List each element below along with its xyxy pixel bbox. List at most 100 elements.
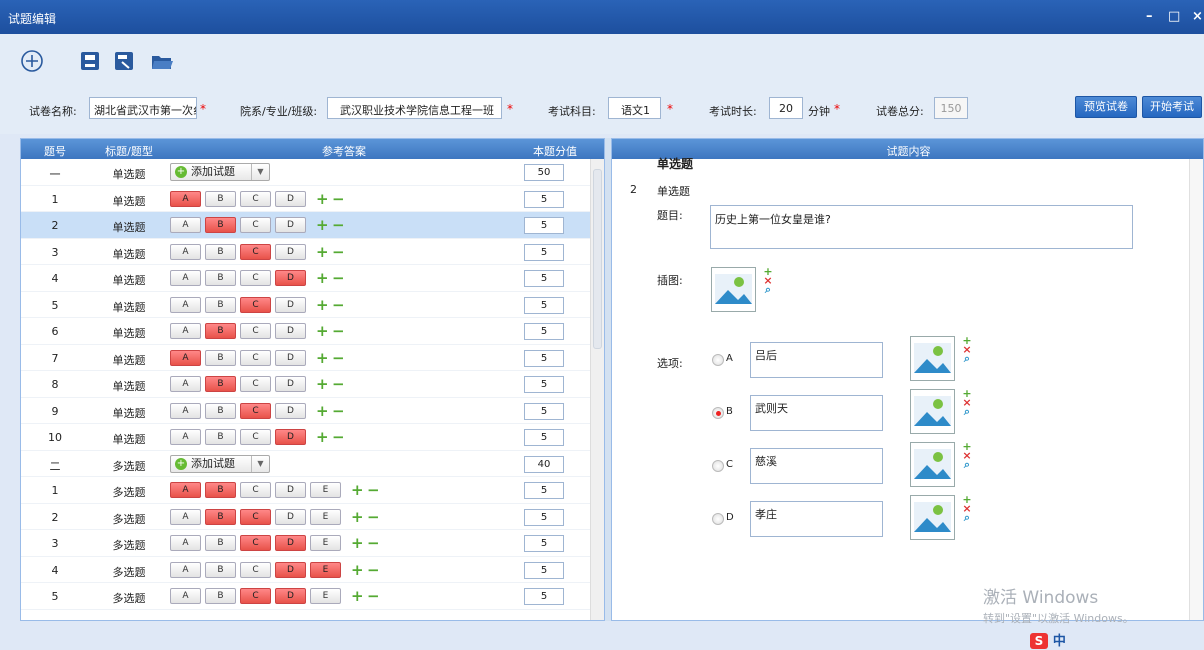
table-row[interactable]: 7 单选题 A B C D + − 5: [21, 345, 591, 371]
chevron-down-icon[interactable]: ▼: [251, 455, 269, 472]
add-option-icon[interactable]: +: [351, 481, 364, 499]
answer-option-a[interactable]: A: [170, 561, 201, 578]
answer-option-c[interactable]: C: [240, 190, 271, 207]
answer-option-c[interactable]: C: [240, 402, 271, 419]
subject-field[interactable]: 语文1: [608, 97, 661, 119]
answer-option-b[interactable]: B: [205, 190, 236, 207]
answer-option-a[interactable]: A: [170, 376, 201, 392]
answer-option-c[interactable]: C: [240, 561, 271, 578]
remove-option-icon[interactable]: −: [367, 481, 380, 499]
start-exam-button[interactable]: 开始考试: [1142, 96, 1202, 118]
add-option-icon[interactable]: +: [316, 296, 329, 314]
option-radio[interactable]: [712, 513, 724, 525]
table-row[interactable]: 2 单选题 A B C D + − 5: [21, 212, 591, 239]
minimize-button[interactable]: –: [1146, 9, 1153, 24]
remove-option-icon[interactable]: −: [367, 534, 380, 552]
answer-option-d[interactable]: D: [275, 508, 306, 525]
answer-option-b[interactable]: B: [205, 217, 236, 233]
image-placeholder-icon[interactable]: [910, 336, 955, 381]
answer-option-a[interactable]: A: [170, 535, 201, 551]
score-input[interactable]: 5: [524, 535, 564, 552]
score-input[interactable]: 5: [524, 243, 564, 261]
answer-option-a[interactable]: A: [170, 190, 201, 207]
remove-option-icon[interactable]: −: [367, 508, 380, 526]
add-option-icon[interactable]: +: [316, 349, 329, 367]
table-row[interactable]: 3 多选题 A B C D E + − 5: [21, 530, 591, 557]
answer-option-e[interactable]: E: [310, 535, 341, 551]
option-radio[interactable]: [712, 460, 724, 472]
option-text-input[interactable]: 武则天: [750, 395, 883, 431]
answer-option-a[interactable]: A: [170, 508, 201, 525]
option-text-input[interactable]: 吕后: [750, 342, 883, 378]
answer-option-b[interactable]: B: [205, 482, 236, 498]
remove-option-icon[interactable]: −: [332, 428, 345, 446]
score-input[interactable]: 5: [524, 402, 564, 420]
add-option-icon[interactable]: +: [316, 243, 329, 261]
answer-option-e[interactable]: E: [310, 588, 341, 604]
remove-option-icon[interactable]: −: [332, 216, 345, 234]
add-option-icon[interactable]: +: [316, 402, 329, 420]
chevron-down-icon[interactable]: ▼: [251, 164, 269, 180]
add-question-button[interactable]: + 添加试题 ▼: [170, 163, 270, 181]
scroll-thumb[interactable]: [593, 169, 602, 349]
table-row[interactable]: 5 多选题 A B C D E + − 5: [21, 583, 591, 610]
add-option-icon[interactable]: +: [316, 190, 329, 208]
answer-option-c[interactable]: C: [240, 429, 271, 445]
score-input[interactable]: 5: [524, 482, 564, 499]
answer-option-c[interactable]: C: [240, 296, 271, 313]
add-option-icon[interactable]: +: [351, 534, 364, 552]
remove-option-icon[interactable]: −: [367, 561, 380, 579]
answer-option-d[interactable]: D: [275, 588, 306, 604]
answer-option-c[interactable]: C: [240, 323, 271, 339]
table-row[interactable]: 1 单选题 A B C D + − 5: [21, 186, 591, 212]
answer-option-d[interactable]: D: [275, 270, 306, 286]
answer-option-a[interactable]: A: [170, 429, 201, 445]
image-placeholder-icon[interactable]: [711, 267, 756, 312]
answer-option-e[interactable]: E: [310, 482, 341, 498]
answer-option-c[interactable]: C: [240, 482, 271, 498]
answer-option-b[interactable]: B: [205, 508, 236, 525]
answer-option-c[interactable]: C: [240, 376, 271, 392]
answer-option-b[interactable]: B: [205, 588, 236, 604]
answer-option-b[interactable]: B: [205, 323, 236, 339]
score-input[interactable]: 5: [524, 190, 564, 208]
add-option-icon[interactable]: +: [316, 375, 329, 393]
answer-option-a[interactable]: A: [170, 349, 201, 366]
table-row[interactable]: 9 单选题 A B C D + − 5: [21, 398, 591, 424]
save-as-icon[interactable]: [112, 49, 136, 73]
answer-option-d[interactable]: D: [275, 349, 306, 366]
add-option-icon[interactable]: +: [316, 428, 329, 446]
answer-option-c[interactable]: C: [240, 535, 271, 551]
image-placeholder-icon[interactable]: [910, 495, 955, 540]
table-row[interactable]: 10 单选题 A B C D + − 5: [21, 424, 591, 451]
score-input[interactable]: 5: [524, 508, 564, 526]
answer-option-b[interactable]: B: [205, 561, 236, 578]
answer-option-e[interactable]: E: [310, 561, 341, 578]
table-row[interactable]: 8 单选题 A B C D + − 5: [21, 371, 591, 398]
option-text-input[interactable]: 孝庄: [750, 501, 883, 537]
answer-option-d[interactable]: D: [275, 561, 306, 578]
save-icon[interactable]: [78, 49, 102, 73]
answer-option-b[interactable]: B: [205, 402, 236, 419]
table-row[interactable]: 1 多选题 A B C D E + − 5: [21, 477, 591, 504]
remove-option-icon[interactable]: −: [332, 190, 345, 208]
answer-option-a[interactable]: A: [170, 243, 201, 260]
answer-option-b[interactable]: B: [205, 296, 236, 313]
answer-option-c[interactable]: C: [240, 217, 271, 233]
answer-option-a[interactable]: A: [170, 217, 201, 233]
table-row[interactable]: 4 多选题 A B C D E + − 5: [21, 557, 591, 583]
sogou-ime-icon[interactable]: S: [1030, 633, 1048, 649]
add-option-icon[interactable]: +: [351, 561, 364, 579]
answer-option-c[interactable]: C: [240, 588, 271, 604]
table-row[interactable]: 4 单选题 A B C D + − 5: [21, 265, 591, 292]
answer-option-b[interactable]: B: [205, 349, 236, 366]
remove-option-icon[interactable]: −: [332, 243, 345, 261]
remove-option-icon[interactable]: −: [332, 402, 345, 420]
answer-option-b[interactable]: B: [205, 429, 236, 445]
answer-option-b[interactable]: B: [205, 376, 236, 392]
score-input[interactable]: 5: [524, 376, 564, 393]
stem-input[interactable]: 历史上第一位女皇是谁?: [710, 205, 1133, 249]
score-input[interactable]: 5: [524, 588, 564, 605]
image-placeholder-icon[interactable]: [910, 442, 955, 487]
preview-paper-button[interactable]: 预览试卷: [1075, 96, 1137, 118]
